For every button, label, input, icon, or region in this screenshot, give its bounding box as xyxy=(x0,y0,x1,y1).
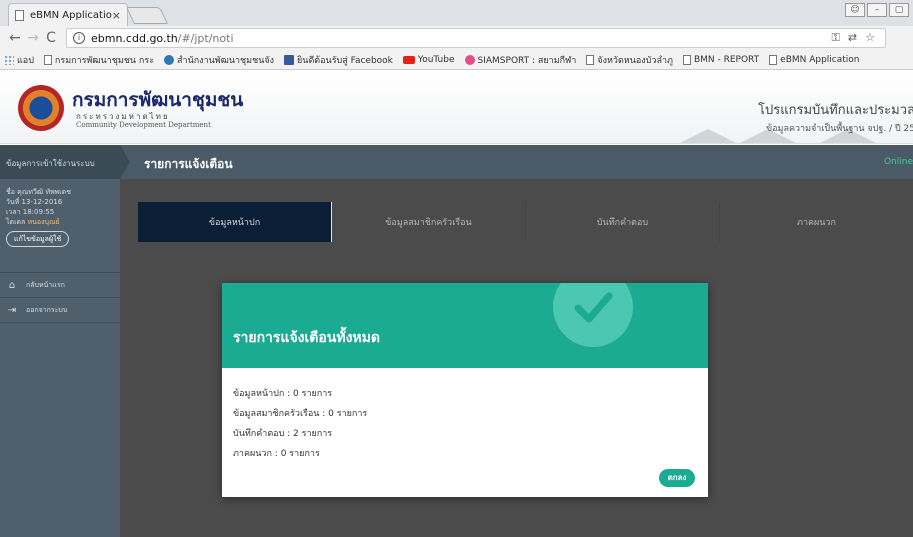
address-bar: ← → C i ebmn.cdd.go.th/#/jpt/noti ⚿ ⇄ ☆ xyxy=(0,26,913,50)
window-controls: ☺ – ▢ xyxy=(845,3,909,17)
globe-icon xyxy=(164,54,175,65)
page-header: รายการแจ้งเตือน Online xyxy=(120,145,913,179)
home-icon: ⌂ xyxy=(8,279,16,291)
forward-icon[interactable]: → xyxy=(24,30,42,46)
bookmark-item[interactable]: กรมการพัฒนาชุมชน กระ xyxy=(43,53,154,67)
bookmark-item[interactable]: YouTube xyxy=(402,55,455,65)
page-icon xyxy=(769,54,778,65)
summary-household-members: ข้อมูลสมาชิกครัวเรือน : 0 รายการ xyxy=(233,409,368,419)
notification-modal: รายการแจ้งเตือนทั้งหมด ข้อมูลหน้าปก : 0 … xyxy=(222,283,708,497)
summary-answers: บันทึกคำตอบ : 2 รายการ xyxy=(233,429,333,439)
info-icon[interactable]: i xyxy=(73,32,85,44)
bookmark-item[interactable]: BMN - REPORT xyxy=(682,54,759,65)
user-name: ชื่อ คุณทวีฒิ ทัพพเดช xyxy=(6,188,71,196)
bookmark-apps[interactable]: แอป xyxy=(4,53,34,67)
department-logo xyxy=(18,85,64,131)
sidebar-item-label: กลับหน้าแรก xyxy=(26,280,65,289)
checkmark-circle xyxy=(553,283,633,347)
checkmark-icon xyxy=(574,292,613,323)
translate-icon[interactable]: ⇄ xyxy=(848,31,857,45)
tab-close-icon[interactable]: × xyxy=(112,9,121,22)
page-icon xyxy=(682,54,691,65)
bookmarks-bar: แอป กรมการพัฒนาชุมชน กระ สำนักงานพัฒนาชุ… xyxy=(0,50,913,70)
url-host: ebmn.cdd.go.th xyxy=(91,31,178,45)
tab-cover-info[interactable]: ข้อมูลหน้าปก xyxy=(138,202,332,242)
sidebar-item-label: ออกจากระบบ xyxy=(26,305,68,314)
header-arrow xyxy=(120,145,130,179)
login-date: วันที่ 13-12-2016 xyxy=(6,198,63,206)
back-icon[interactable]: ← xyxy=(6,30,24,46)
bookmark-item[interactable]: จังหวัดหนองบัวลำภู xyxy=(586,53,673,67)
sidebar-heading: ข้อมูลการเข้าใช้งานระบบ xyxy=(0,145,120,179)
tab-title: eBMN Application xyxy=(30,9,112,21)
new-tab-button[interactable] xyxy=(126,7,168,24)
url-path: /#/jpt/noti xyxy=(177,31,234,45)
summary-appendix: ภาคผนวก : 0 รายการ xyxy=(233,449,320,459)
bookmark-item[interactable]: eBMN Application xyxy=(769,54,860,65)
browser-tabbar: eBMN Application × ☺ – ▢ xyxy=(0,0,913,26)
login-time: เวลา 18:09:55 xyxy=(6,208,55,216)
house-decoration xyxy=(680,129,736,143)
tab-household-members[interactable]: ข้อมูลสมาชิกครัวเรือน xyxy=(332,202,526,242)
edit-profile-button[interactable]: แก้ไขข้อมูลผู้ใช้ xyxy=(6,231,70,247)
status-badge: Online xyxy=(883,157,913,167)
section-tabs: ข้อมูลหน้าปก ข้อมูลสมาชิกครัวเรือน บันทึ… xyxy=(138,202,913,242)
sidebar: ข้อมูลการเข้าใช้งานระบบ ชื่อ คุณทวีฒิ ทั… xyxy=(0,145,120,537)
bookmark-item[interactable]: SIAMSPORT : สยามกีฬา xyxy=(464,53,576,67)
logout-icon: ⇥ xyxy=(7,304,17,316)
omnibox-actions: ⚿ ⇄ ☆ xyxy=(832,31,879,45)
apps-icon xyxy=(4,54,14,65)
sidebar-item-logout[interactable]: ⇥ ออกจากระบบ xyxy=(0,298,120,323)
summary-cover-info: ข้อมูลหน้าปก : 0 รายการ xyxy=(233,389,333,399)
tab-appendix[interactable]: ภาคผนวก xyxy=(720,202,913,242)
sidebar-item-home[interactable]: ⌂ กลับหน้าแรก xyxy=(0,273,120,298)
tab-answers[interactable]: บันทึกคำตอบ xyxy=(526,202,720,242)
bookmark-item[interactable]: ยินดีต้อนรับสู่ Facebook xyxy=(284,53,393,67)
minimize-icon[interactable]: – xyxy=(867,3,887,17)
page-icon xyxy=(586,54,595,65)
page-title: รายการแจ้งเตือน xyxy=(144,157,233,171)
modal-title: รายการแจ้งเตือนทั้งหมด xyxy=(233,330,380,346)
star-icon[interactable]: ☆ xyxy=(865,31,875,45)
reload-icon[interactable]: C xyxy=(42,30,60,46)
page-icon xyxy=(15,9,24,21)
user-info: ชื่อ คุณทวีฒิ ทัพพเดช วันที่ 13-12-2016 … xyxy=(0,179,120,273)
browser-tab[interactable]: eBMN Application × xyxy=(8,3,128,26)
modal-header: รายการแจ้งเตือนทั้งหมด xyxy=(222,283,708,368)
key-icon[interactable]: ⚿ xyxy=(832,31,840,45)
url-input[interactable]: i ebmn.cdd.go.th/#/jpt/noti ⚿ ⇄ ☆ xyxy=(66,28,886,48)
app-subtitle: ข้อมูลความจำเป็นพื้นฐาน จปฐ. / ปี 25 xyxy=(765,124,913,134)
user-icon[interactable]: ☺ xyxy=(845,3,865,17)
user-role-tag: หนองบุณย์ xyxy=(27,218,60,226)
page-icon xyxy=(43,54,52,65)
modal-body: ข้อมูลหน้าปก : 0 รายการ ข้อมูลสมาชิกครัว… xyxy=(233,384,367,464)
app-header: กรมการพัฒนาชุมชน กระทรวงมหาดไทย Communit… xyxy=(0,71,913,144)
user-role: ไดเดล หนองบุณย์ xyxy=(6,218,60,226)
org-english-name: Community Development Department xyxy=(76,121,211,129)
siamsport-icon xyxy=(464,54,475,65)
bookmark-item[interactable]: สำนักงานพัฒนาชุมชนจัง xyxy=(164,53,274,67)
ok-button[interactable]: ตกลง xyxy=(659,469,695,487)
maximize-icon[interactable]: ▢ xyxy=(889,3,909,17)
app-title: โปรแกรมบันทึกและประมวล xyxy=(758,103,913,118)
youtube-icon xyxy=(402,55,415,64)
facebook-icon xyxy=(284,54,295,65)
